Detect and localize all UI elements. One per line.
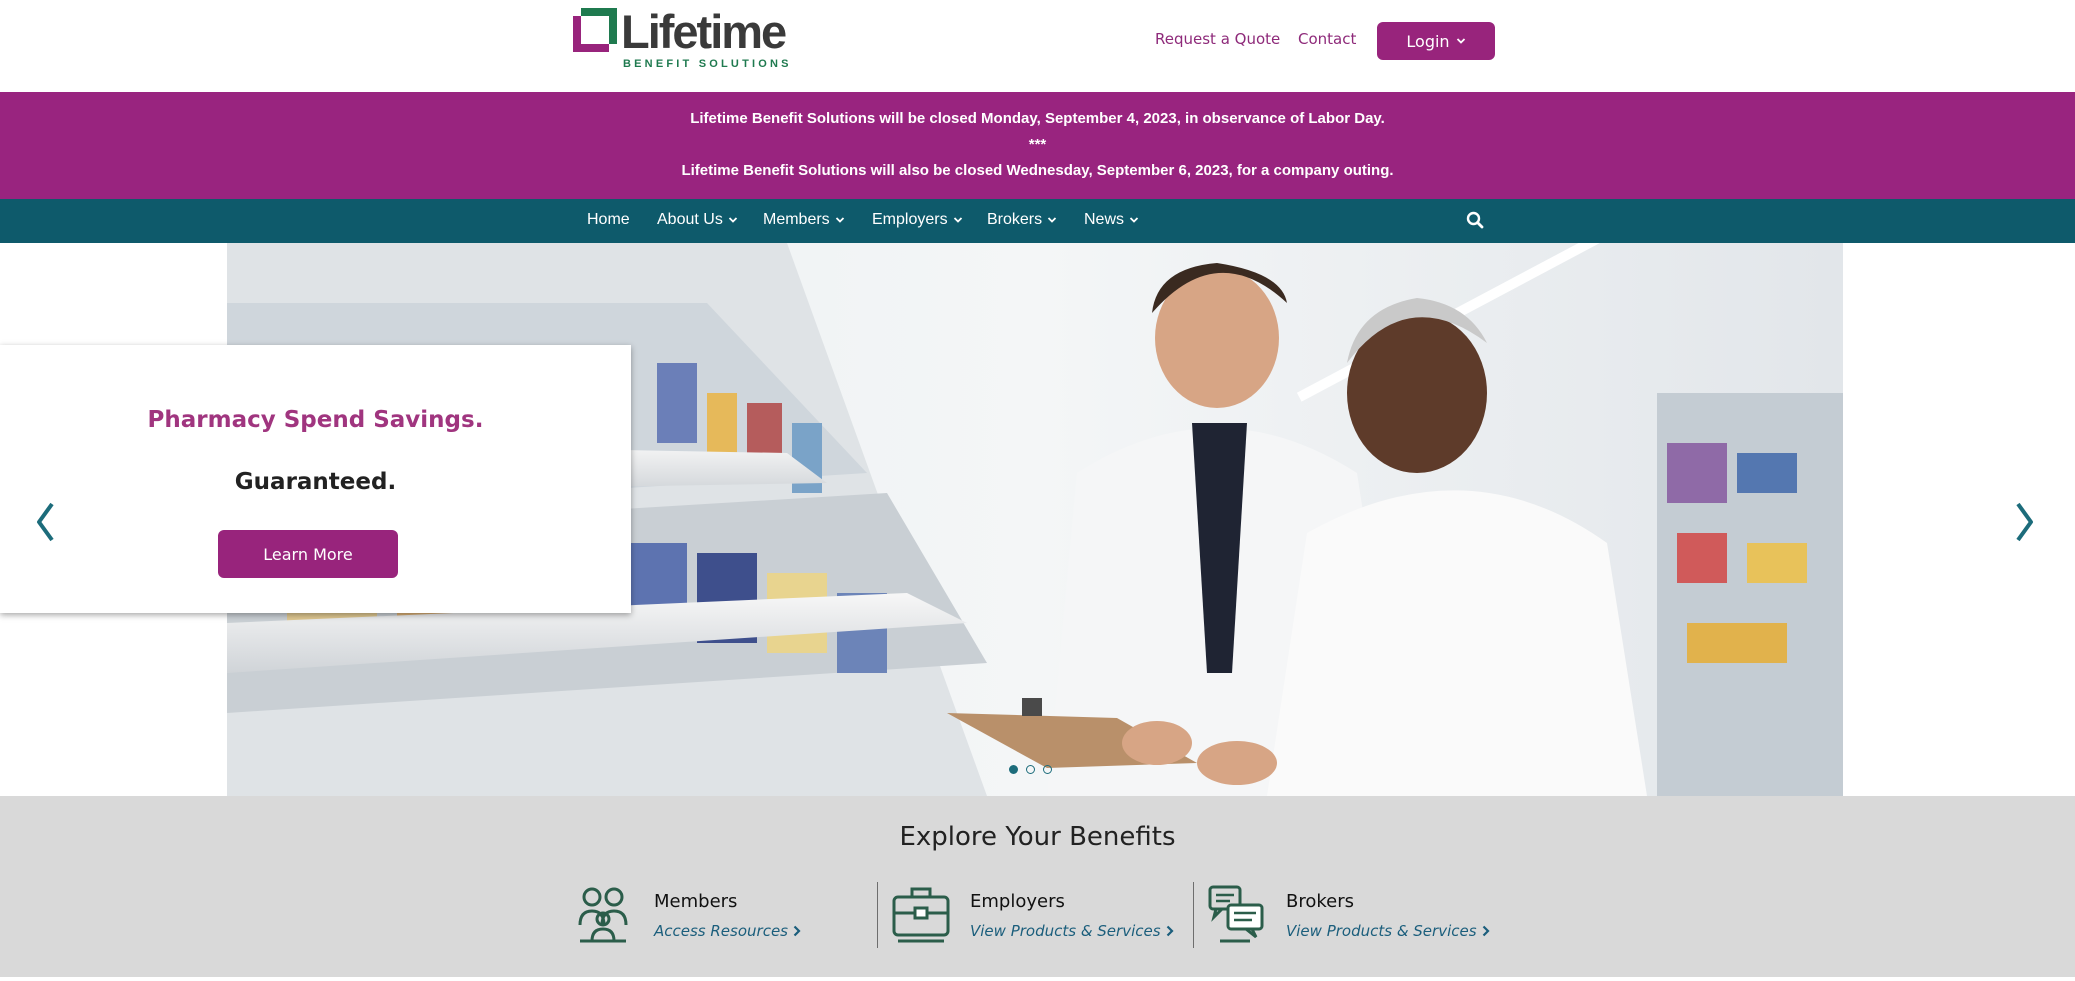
carousel-dot-1[interactable] <box>1009 765 1018 774</box>
main-nav: Home About Us Members Employers Brokers … <box>0 199 2075 243</box>
benefit-name: Brokers <box>1286 891 1355 912</box>
site-header: Lifetime BENEFIT SOLUTIONS Request a Quo… <box>0 0 2075 92</box>
nav-item-news[interactable]: News <box>1084 211 1139 229</box>
page-bottom-edge <box>0 977 2075 981</box>
chevron-down-icon <box>835 217 844 223</box>
benefit-divider <box>1193 882 1194 948</box>
chevron-down-icon <box>1047 217 1057 223</box>
employers-products-link[interactable]: View Products & Services <box>970 922 1174 940</box>
promo-title: Pharmacy Spend Savings. <box>147 407 484 433</box>
briefcase-icon <box>892 887 950 943</box>
nav-item-brokers[interactable]: Brokers <box>987 211 1057 229</box>
benefit-employers[interactable]: Employers View Products & Services <box>890 883 1190 951</box>
request-quote-link[interactable]: Request a Quote <box>1155 30 1280 48</box>
people-icon <box>578 887 628 943</box>
access-resources-link[interactable]: Access Resources <box>654 922 801 940</box>
chevron-right-icon <box>2016 502 2033 542</box>
benefit-link-label: View Products & Services <box>970 922 1161 940</box>
chevron-down-icon <box>953 217 962 223</box>
alert-line-2: Lifetime Benefit Solutions will also be … <box>681 162 1394 179</box>
carousel-dot-2[interactable] <box>1026 765 1035 774</box>
promo-card: Pharmacy Spend Savings. Guaranteed. Lear… <box>0 345 631 613</box>
lifetime-logo[interactable]: Lifetime BENEFIT SOLUTIONS <box>573 5 793 72</box>
benefit-divider <box>877 882 878 948</box>
carousel-indicators <box>1009 765 1052 774</box>
carousel-prev-button[interactable] <box>30 497 60 547</box>
nav-item-members[interactable]: Members <box>763 211 845 229</box>
login-button[interactable]: Login <box>1377 22 1495 60</box>
hero-carousel: Pharmacy Spend Savings. Guaranteed. Lear… <box>0 243 2075 796</box>
nav-item-label: Home <box>587 211 630 228</box>
logo-wordmark: Lifetime <box>621 5 787 58</box>
alert-line-1: Lifetime Benefit Solutions will be close… <box>690 110 1385 127</box>
chat-icon <box>1208 885 1264 943</box>
closure-alert-banner: Lifetime Benefit Solutions will be close… <box>0 92 2075 199</box>
chevron-down-icon <box>1129 217 1139 223</box>
nav-item-label: News <box>1084 211 1125 228</box>
nav-item-label: About Us <box>657 211 723 228</box>
nav-item-employers[interactable]: Employers <box>872 211 963 229</box>
chevron-right-icon <box>793 925 801 937</box>
chevron-right-icon <box>1166 925 1174 937</box>
nav-item-label: Members <box>763 211 830 228</box>
chevron-right-icon <box>1482 925 1490 937</box>
nav-item-about-us[interactable]: About Us <box>657 211 738 229</box>
benefit-link-label: Access Resources <box>654 922 788 940</box>
search-icon[interactable] <box>1465 210 1485 230</box>
contact-link[interactable]: Contact <box>1298 30 1356 48</box>
logo-tagline: BENEFIT SOLUTIONS <box>623 58 792 70</box>
nav-item-label: Brokers <box>987 211 1043 228</box>
brokers-products-link[interactable]: View Products & Services <box>1286 922 1490 940</box>
learn-more-button[interactable]: Learn More <box>218 530 398 578</box>
explore-title: Explore Your Benefits <box>899 822 1176 852</box>
promo-subtitle: Guaranteed. <box>234 469 397 495</box>
nav-item-home[interactable]: Home <box>587 211 630 229</box>
logo-mark-icon <box>573 8 617 52</box>
login-button-label: Login <box>1406 31 1450 51</box>
benefit-members[interactable]: Members Access Resources <box>574 883 874 951</box>
carousel-next-button[interactable] <box>2010 497 2040 547</box>
benefit-name: Members <box>654 891 738 912</box>
nav-item-label: Employers <box>872 211 948 228</box>
benefit-link-label: View Products & Services <box>1286 922 1477 940</box>
alert-separator: *** <box>1028 136 1047 153</box>
explore-benefits-section: Explore Your Benefits Members Access Res… <box>0 796 2075 977</box>
chevron-down-icon <box>1456 38 1465 44</box>
carousel-dot-3[interactable] <box>1043 765 1052 774</box>
chevron-down-icon <box>728 217 737 223</box>
benefit-name: Employers <box>970 891 1065 912</box>
chevron-left-icon <box>37 502 54 542</box>
benefit-brokers[interactable]: Brokers View Products & Services <box>1206 883 1506 951</box>
